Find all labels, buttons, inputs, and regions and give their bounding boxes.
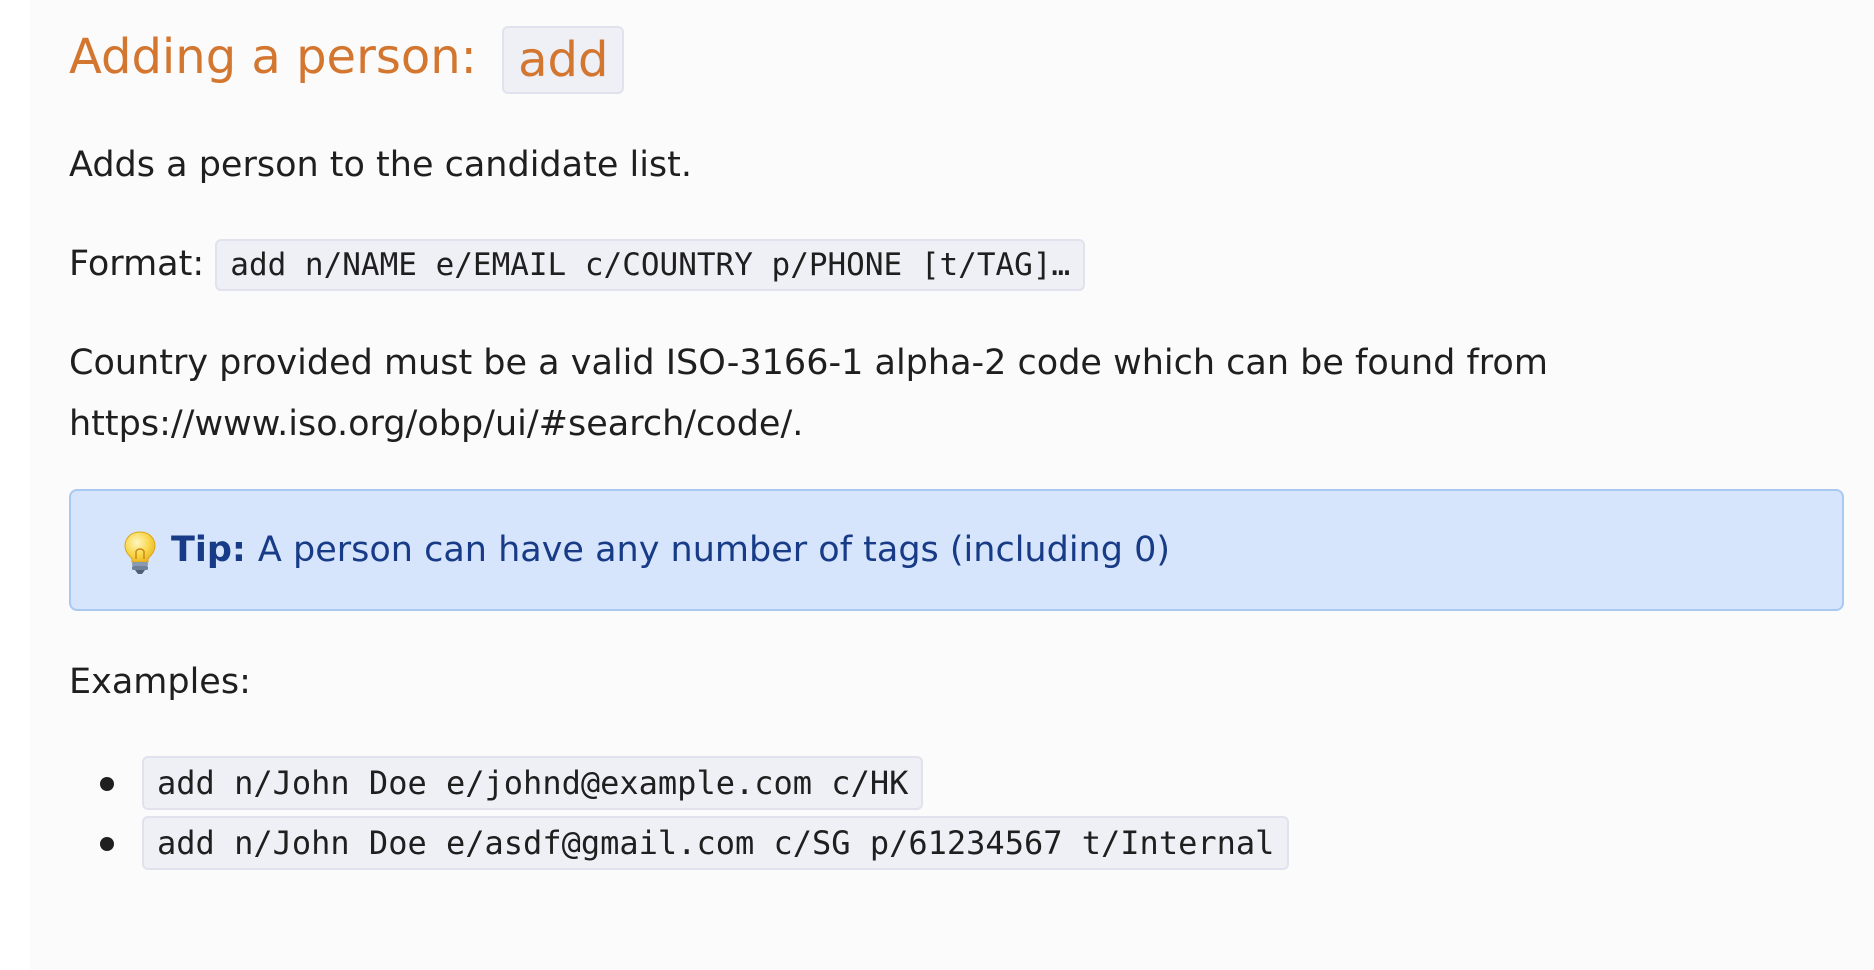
examples-list: add n/John Doe e/johnd@example.com c/HK …: [69, 753, 1290, 873]
bullet-icon: [100, 837, 114, 851]
example-code: add n/John Doe e/asdf@gmail.com c/SG p/6…: [142, 816, 1290, 870]
format-label: Format:: [69, 244, 205, 284]
bullet-icon: [100, 777, 114, 791]
list-item: add n/John Doe e/asdf@gmail.com c/SG p/6…: [69, 813, 1290, 873]
tip-callout: Tip: A person can have any number of tag…: [69, 489, 1844, 611]
country-note-line2: https://www.iso.org/obp/ui/#search/code/…: [69, 404, 804, 444]
examples-label: Examples:: [69, 662, 251, 702]
heading-command-code: add: [502, 26, 625, 94]
lightbulb-icon: [121, 529, 159, 575]
page: Adding a person: add Adds a person to th…: [30, 0, 1874, 970]
heading-text: Adding a person:: [69, 29, 477, 85]
tip-label: Tip:: [171, 530, 246, 570]
description-text: Adds a person to the candidate list.: [69, 145, 693, 185]
format-syntax-code: add n/NAME e/EMAIL c/COUNTRY p/PHONE [t/…: [215, 239, 1086, 291]
country-note-line1: Country provided must be a valid ISO-316…: [69, 343, 1548, 383]
tip-text: A person can have any number of tags (in…: [257, 530, 1170, 570]
section-heading: Adding a person: add: [69, 22, 625, 94]
format-line: Format: add n/NAME e/EMAIL c/COUNTRY p/P…: [69, 234, 1086, 295]
list-item: add n/John Doe e/johnd@example.com c/HK: [69, 753, 1289, 813]
country-note: Country provided must be a valid ISO-316…: [69, 333, 1548, 455]
example-code: add n/John Doe e/johnd@example.com c/HK: [142, 756, 924, 810]
